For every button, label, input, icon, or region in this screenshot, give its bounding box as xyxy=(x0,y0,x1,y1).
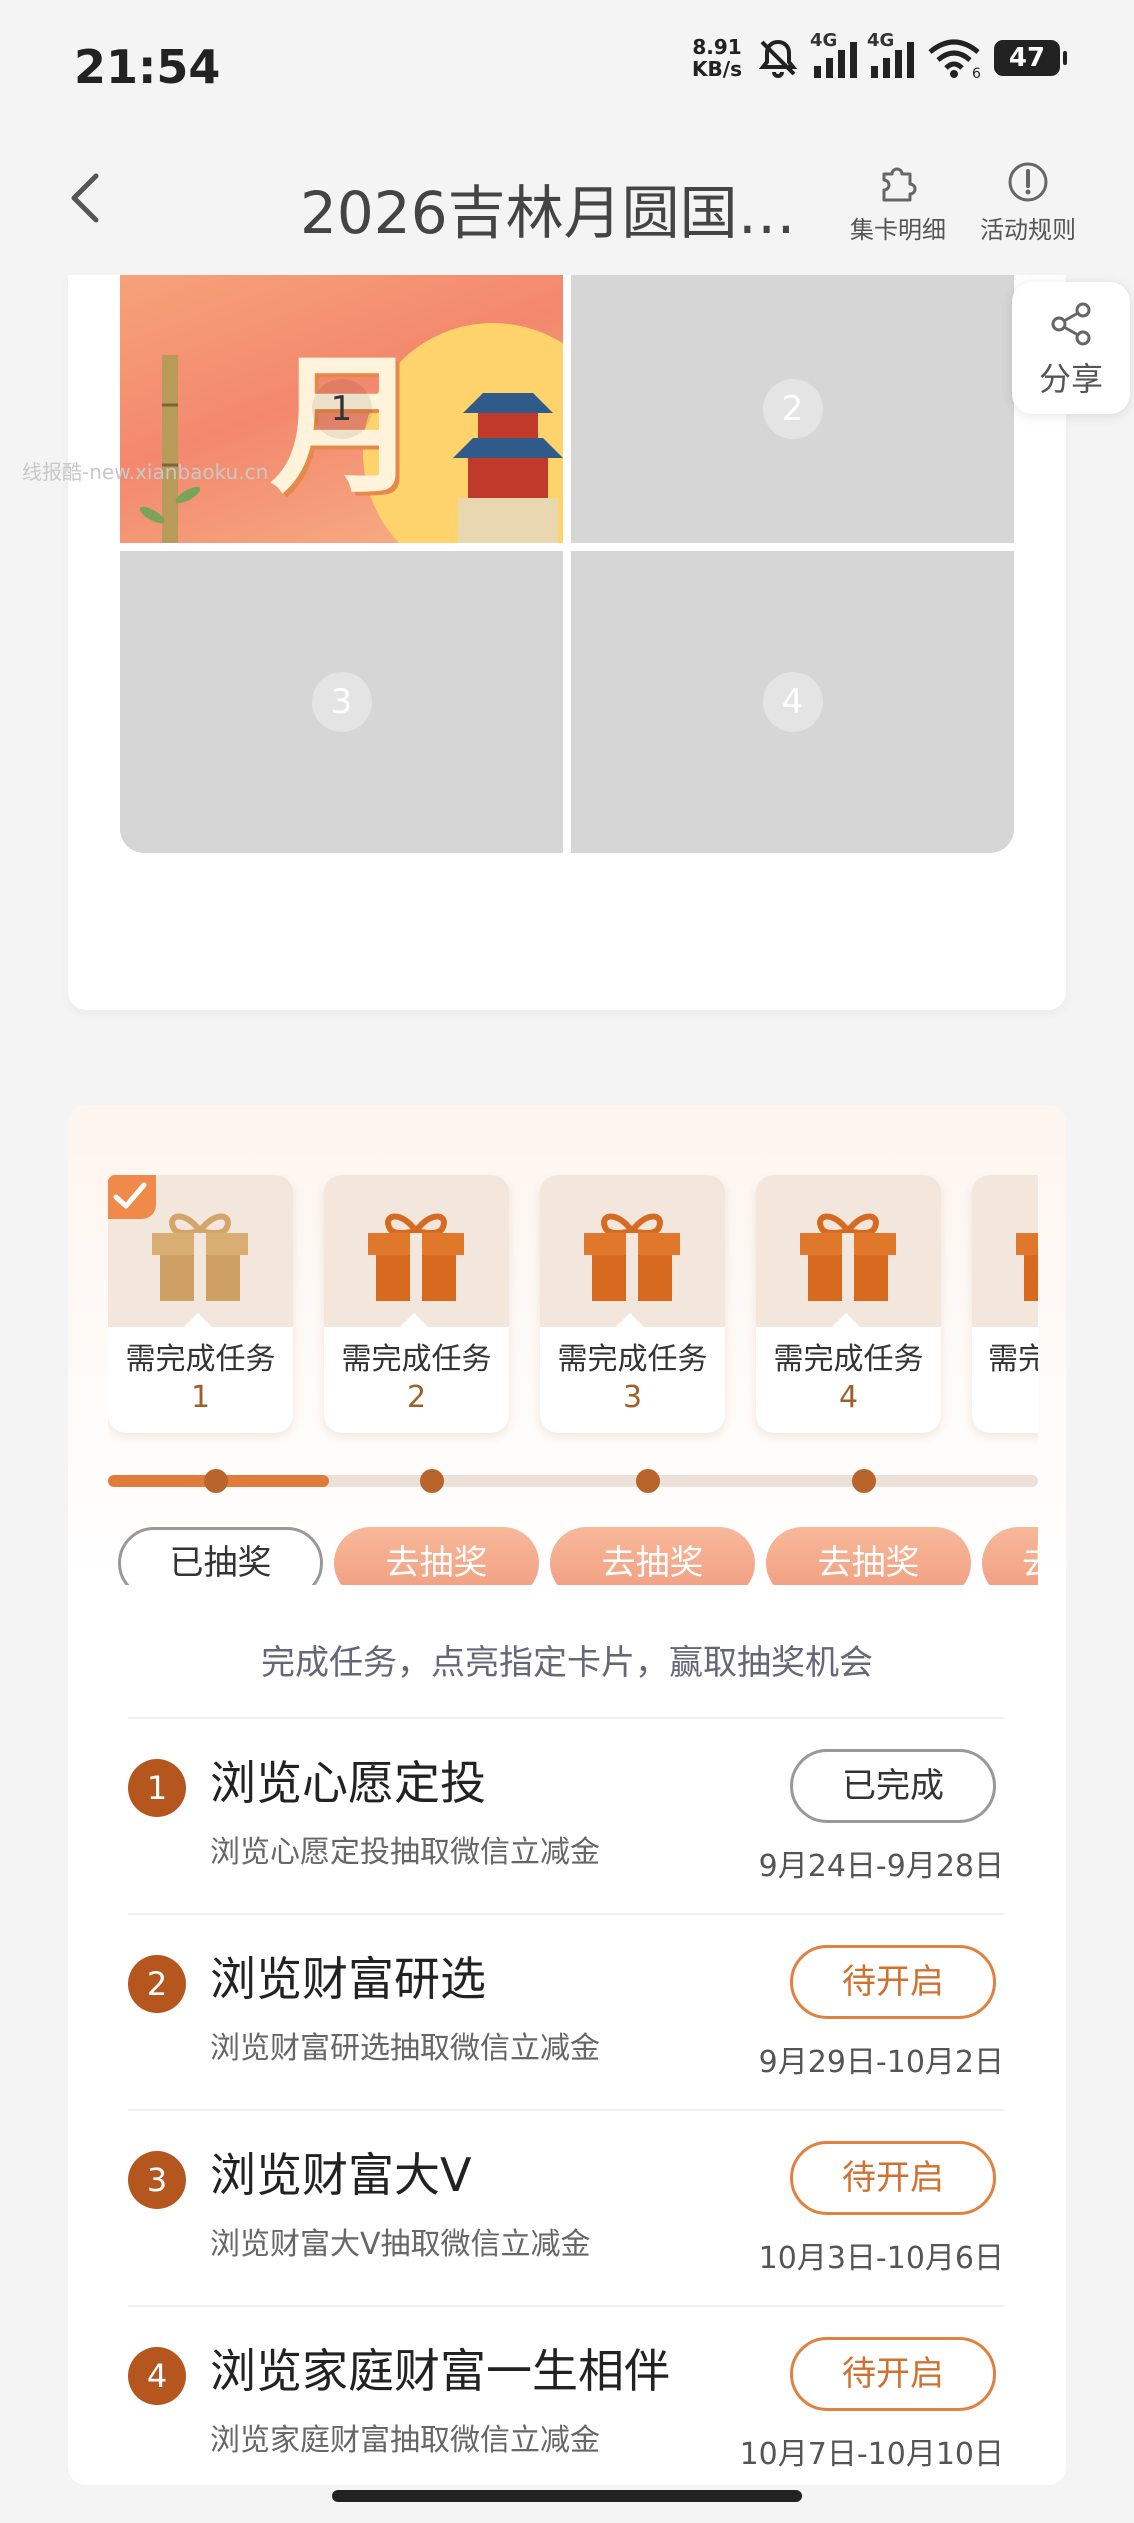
piece-number: 1 xyxy=(311,379,372,439)
prize-item-2[interactable]: 需完成任务 2 xyxy=(324,1175,509,1433)
piece-number: 4 xyxy=(762,672,823,732)
task-item-2: 2 浏览财富研选 浏览财富研选抽取微信立减金 待开启 9月29日-10月2日 xyxy=(128,1913,1004,2109)
info-icon xyxy=(1008,162,1048,202)
task-status-button[interactable]: 待开启 xyxy=(790,2337,996,2411)
wifi-label: 6 xyxy=(972,66,980,78)
puzzle-piece-4[interactable]: 4 xyxy=(571,551,1014,853)
share-button[interactable]: 分享 xyxy=(1012,282,1130,414)
prize-box: 需完 xyxy=(972,1175,1038,1433)
prize-label: 需完成任务 3 xyxy=(540,1327,725,1433)
prize-label: 需完成任务 2 xyxy=(324,1327,509,1433)
task-item-1: 1 浏览心愿定投 浏览心愿定投抽取微信立减金 已完成 9月24日-9月28日 xyxy=(128,1717,1004,1913)
draw-button-3[interactable]: 去抽奖 xyxy=(550,1527,755,1585)
task-title: 浏览家庭财富一生相伴 xyxy=(210,2344,670,2398)
draw-button-2[interactable]: 去抽奖 xyxy=(334,1527,539,1585)
card-detail-label: 集卡明细 xyxy=(850,216,946,244)
progress-dot-2 xyxy=(420,1469,444,1493)
mute-bell-icon xyxy=(758,39,798,78)
task-subtitle: 浏览心愿定投抽取微信立减金 xyxy=(210,1835,600,1870)
task-date: 9月24日-9月28日 xyxy=(758,1849,1004,1884)
share-icon xyxy=(1051,302,1091,346)
rules-button[interactable]: 活动规则 xyxy=(980,160,1076,245)
puzzle-icon xyxy=(882,167,917,202)
task-number: 1 xyxy=(128,1759,186,1817)
prize-item-3[interactable]: 需完成任务 3 xyxy=(540,1175,725,1433)
share-label: 分享 xyxy=(1038,360,1103,398)
task-number: 3 xyxy=(128,2151,186,2209)
draw-button-4[interactable]: 去抽奖 xyxy=(766,1527,971,1585)
signal-sim1-icon: 4G xyxy=(810,30,857,78)
home-indicator[interactable] xyxy=(332,2490,802,2502)
piece-number: 2 xyxy=(762,379,823,439)
task-date: 10月3日-10月6日 xyxy=(758,2241,1004,2276)
task-title: 浏览财富研选 xyxy=(210,1952,486,2006)
task-status-button[interactable]: 待开启 xyxy=(790,1945,996,2019)
back-arrow-icon[interactable] xyxy=(60,170,116,226)
puzzle-piece-1[interactable]: 月 1 xyxy=(120,275,563,543)
temple-decoration xyxy=(453,393,563,543)
header: 2026吉林月圆国… 集卡明细 活动规则 xyxy=(0,120,1134,275)
progress-dot-1 xyxy=(204,1469,228,1493)
watermark: 线报酷-new.xianbaoku.cn xyxy=(22,460,269,484)
prize-box: 需完成任务 4 xyxy=(756,1175,941,1433)
task-date: 10月7日-10月10日 xyxy=(739,2437,1004,2472)
prize-label: 需完成任务 1 xyxy=(108,1327,293,1433)
piece-number: 3 xyxy=(311,672,372,732)
prize-item-4[interactable]: 需完成任务 4 xyxy=(756,1175,941,1433)
drawn-button[interactable]: 已抽奖 xyxy=(118,1527,323,1585)
prize-item-1[interactable]: 需完成任务 1 xyxy=(108,1175,293,1433)
task-title: 浏览财富大V xyxy=(210,2148,472,2202)
signal-sim2-icon: 4G xyxy=(867,30,914,78)
bamboo-decoration xyxy=(140,355,200,543)
task-number: 2 xyxy=(128,1955,186,2013)
lottery-card: 需完成任务 1 需完成任务 2 需完成任务 3 需完成任务 4 需完 已抽奖 去… xyxy=(68,1105,1066,2485)
prize-box: 需完成任务 3 xyxy=(540,1175,725,1433)
gift-icon xyxy=(584,1213,680,1301)
prize-box: 需完成任务 2 xyxy=(324,1175,509,1433)
puzzle-piece-3[interactable]: 3 xyxy=(120,551,563,853)
network-speed: 8.91 KB/s xyxy=(692,35,742,81)
task-number: 4 xyxy=(128,2347,186,2405)
task-title: 浏览心愿定投 xyxy=(210,1756,486,1810)
rules-label: 活动规则 xyxy=(980,216,1076,244)
task-status-button[interactable]: 已完成 xyxy=(790,1749,996,1823)
gift-icon xyxy=(152,1213,248,1301)
battery-indicator: 47 xyxy=(994,40,1067,76)
prize-label: 需完 xyxy=(972,1327,1038,1433)
task-subtitle: 浏览财富大V抽取微信立减金 xyxy=(210,2227,591,2262)
status-bar: 21:54 8.91 KB/s 4G 4G 6 47 xyxy=(0,0,1134,120)
wifi-icon: 6 xyxy=(928,39,980,78)
task-hint: 完成任务，点亮指定卡片，赢取抽奖机会 xyxy=(261,1643,873,1683)
gift-icon xyxy=(368,1213,464,1301)
page-title: 2026吉林月圆国… xyxy=(300,179,796,247)
prize-label: 需完成任务 4 xyxy=(756,1327,941,1433)
gift-icon xyxy=(1016,1233,1038,1301)
task-subtitle: 浏览家庭财富抽取微信立减金 xyxy=(210,2423,600,2458)
task-item-4: 4 浏览家庭财富一生相伴 浏览家庭财富抽取微信立减金 待开启 10月7日-10月… xyxy=(128,2305,1004,2485)
draw-button-5[interactable]: 去 xyxy=(982,1527,1038,1585)
gift-icon xyxy=(800,1213,896,1301)
puzzle-grid: 月 1 2 3 4 xyxy=(120,275,1014,853)
task-item-3: 3 浏览财富大V 浏览财富大V抽取微信立减金 待开启 10月3日-10月6日 xyxy=(128,2109,1004,2305)
puzzle-card: 月 1 2 3 4 xyxy=(68,275,1066,1010)
progress-dot-3 xyxy=(636,1469,660,1493)
status-icons: 8.91 KB/s 4G 4G 6 47 xyxy=(692,30,1067,81)
prize-row: 需完成任务 1 需完成任务 2 需完成任务 3 需完成任务 4 需完 已抽奖 去… xyxy=(108,1175,1038,1585)
task-date: 9月29日-10月2日 xyxy=(758,2045,1004,2080)
card-detail-button[interactable]: 集卡明细 xyxy=(850,160,946,245)
task-status-button[interactable]: 待开启 xyxy=(790,2141,996,2215)
task-subtitle: 浏览财富研选抽取微信立减金 xyxy=(210,2031,600,2066)
prize-item-5[interactable]: 需完 xyxy=(972,1175,1038,1433)
progress-dot-4 xyxy=(852,1469,876,1493)
status-time: 21:54 xyxy=(74,40,221,94)
checkmark-icon xyxy=(108,1175,156,1219)
puzzle-piece-2[interactable]: 2 xyxy=(571,275,1014,543)
